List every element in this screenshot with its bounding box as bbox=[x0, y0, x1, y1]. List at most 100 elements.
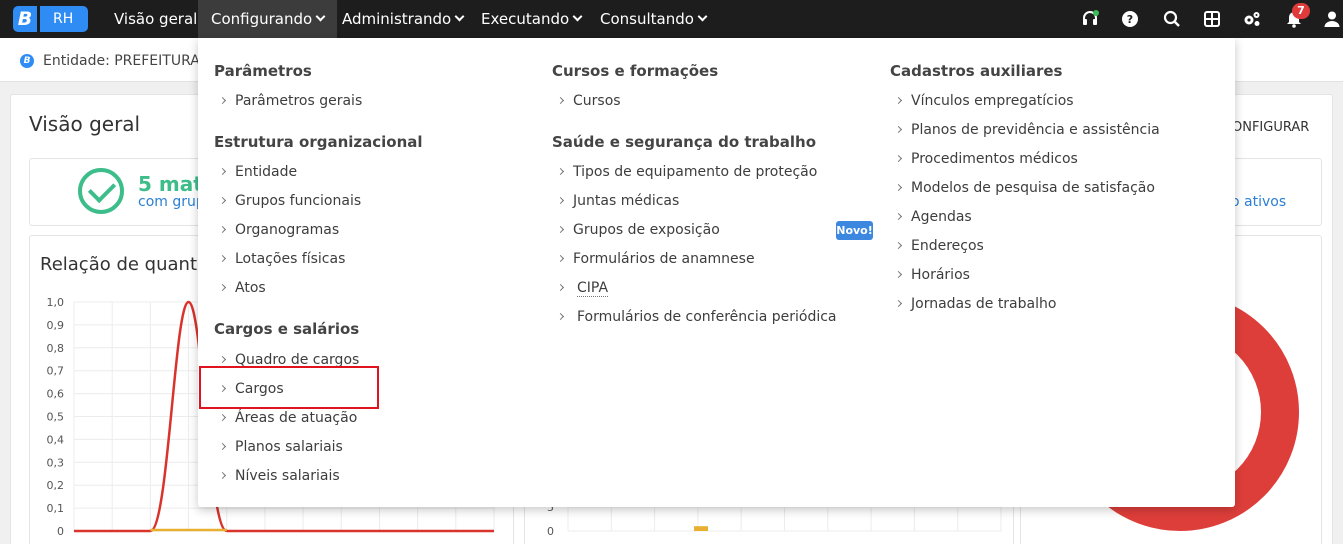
app-logo[interactable]: B RH bbox=[13, 6, 88, 32]
menu-item-planos-salariais[interactable]: Planos salariais bbox=[218, 437, 343, 457]
chevron-right-icon bbox=[218, 167, 227, 176]
user-icon[interactable] bbox=[1323, 10, 1341, 28]
menu-section-title: Cursos e formações bbox=[552, 62, 719, 80]
chevron-right-icon bbox=[894, 183, 903, 192]
menu-section-title: Cadastros auxiliares bbox=[890, 62, 1063, 80]
nav-label: Administrando bbox=[342, 10, 452, 28]
menu-item-label: Níveis salariais bbox=[235, 468, 340, 484]
menu-item-jornadas-de-trabalho[interactable]: Jornadas de trabalho bbox=[894, 294, 1057, 314]
check-circle-icon bbox=[78, 168, 124, 214]
menu-item-label: Endereços bbox=[911, 238, 984, 254]
chevron-down-icon bbox=[454, 11, 465, 22]
chevron-right-icon bbox=[218, 442, 227, 451]
menu-item-procedimentos-medicos[interactable]: Procedimentos médicos bbox=[894, 149, 1078, 169]
apps-grid-icon[interactable] bbox=[1203, 10, 1221, 28]
menu-item-parametros-gerais[interactable]: Parâmetros gerais bbox=[218, 91, 363, 111]
y-tick-label: 0,3 bbox=[47, 456, 65, 469]
chevron-right-icon bbox=[894, 154, 903, 163]
chevron-right-icon bbox=[556, 167, 565, 176]
menu-section-title: Parâmetros bbox=[214, 62, 312, 80]
menu-item-formularios-de-conferencia-periodica[interactable]: Formulários de conferência periódica bbox=[556, 307, 837, 327]
menu-item-areas-de-atuacao[interactable]: Áreas de atuação bbox=[218, 408, 357, 428]
search-icon[interactable] bbox=[1163, 10, 1181, 28]
logo-letter: B bbox=[13, 6, 37, 32]
nav-configurando[interactable]: Configurando bbox=[198, 0, 338, 38]
menu-item-enderecos[interactable]: Endereços bbox=[894, 236, 984, 256]
menu-item-label: Parâmetros gerais bbox=[235, 93, 363, 109]
menu-item-label: Modelos de pesquisa de satisfação bbox=[911, 180, 1155, 196]
stat-active-link[interactable]: o ativos bbox=[1231, 194, 1286, 210]
menu-item-juntas-medicas[interactable]: Juntas médicas bbox=[556, 191, 679, 211]
nav-label: Visão geral bbox=[114, 10, 198, 28]
app-name: RH bbox=[37, 6, 88, 32]
menu-item-label: Lotações físicas bbox=[235, 251, 346, 267]
menu-item-tipos-de-equipamento-de-protecao[interactable]: Tipos de equipamento de proteção bbox=[556, 162, 818, 182]
chevron-right-icon bbox=[894, 241, 903, 250]
menu-item-entidade[interactable]: Entidade bbox=[218, 162, 297, 182]
menu-item-horarios[interactable]: Horários bbox=[894, 265, 970, 285]
y-tick-label: 1,0 bbox=[47, 296, 65, 309]
chart-title: Relação de quantic bbox=[40, 254, 212, 275]
menu-item-vinculos-empregaticios[interactable]: Vínculos empregatícios bbox=[894, 91, 1074, 111]
menu-section-title: Cargos e salários bbox=[214, 320, 360, 338]
menu-item-label: CIPA bbox=[577, 280, 609, 297]
menu-item-grupos-funcionais[interactable]: Grupos funcionais bbox=[218, 191, 362, 211]
notification-badge: 7 bbox=[1292, 3, 1310, 19]
menu-item-label: Planos de previdência e assistência bbox=[911, 122, 1160, 138]
bar bbox=[694, 526, 708, 531]
menu-item-label: Procedimentos médicos bbox=[911, 151, 1078, 167]
y-tick-label: 0 bbox=[57, 525, 64, 538]
help-icon[interactable]: ? bbox=[1121, 10, 1139, 28]
menu-item-cipa[interactable]: CIPA bbox=[556, 278, 609, 298]
chevron-right-icon bbox=[894, 299, 903, 308]
menu-item-formularios-de-anamnese[interactable]: Formulários de anamnese bbox=[556, 249, 755, 269]
menu-item-lotacoes-fisicas[interactable]: Lotações físicas bbox=[218, 249, 346, 269]
menu-item-atos[interactable]: Atos bbox=[218, 278, 266, 298]
chevron-right-icon bbox=[894, 270, 903, 279]
settings-gears-icon[interactable] bbox=[1243, 10, 1261, 28]
chevron-right-icon bbox=[218, 254, 227, 263]
entity-label[interactable]: Entidade: PREFEITURA D bbox=[43, 53, 215, 69]
stat-link[interactable]: com grup bbox=[138, 194, 205, 210]
y-tick-label: 0 bbox=[547, 525, 554, 538]
chevron-right-icon bbox=[218, 355, 227, 364]
menu-item-label: Vínculos empregatícios bbox=[911, 93, 1074, 109]
page-title: Visão geral bbox=[29, 112, 141, 136]
menu-item-planos-de-previdencia-e-assistencia[interactable]: Planos de previdência e assistência bbox=[894, 120, 1160, 140]
nav-visao-geral[interactable]: Visão geral bbox=[114, 0, 197, 38]
chevron-right-icon bbox=[218, 196, 227, 205]
y-tick-label: 0,2 bbox=[47, 479, 65, 492]
menu-item-grupos-de-exposicao[interactable]: Grupos de exposição bbox=[556, 220, 720, 240]
y-tick-label: 0,6 bbox=[47, 388, 65, 401]
chevron-right-icon bbox=[218, 225, 227, 234]
menu-item-organogramas[interactable]: Organogramas bbox=[218, 220, 340, 240]
chevron-right-icon bbox=[218, 283, 227, 292]
menu-item-label: Formulários de conferência periódica bbox=[577, 309, 837, 325]
nav-label: Consultando bbox=[600, 10, 694, 28]
menu-item-label: Tipos de equipamento de proteção bbox=[573, 164, 818, 180]
chevron-right-icon bbox=[556, 196, 565, 205]
menu-item-label: Organogramas bbox=[235, 222, 340, 238]
chevron-right-icon bbox=[218, 471, 227, 480]
chevron-right-icon bbox=[894, 96, 903, 105]
configure-button[interactable]: ONFIGURAR bbox=[1232, 120, 1309, 135]
nav-executando[interactable]: Executando bbox=[481, 0, 583, 38]
menu-item-agendas[interactable]: Agendas bbox=[894, 207, 972, 227]
menu-item-modelos-de-pesquisa-de-satisfacao[interactable]: Modelos de pesquisa de satisfação bbox=[894, 178, 1155, 198]
y-tick-label: 0,1 bbox=[47, 502, 65, 515]
menu-item-label: Grupos funcionais bbox=[235, 193, 362, 209]
menu-item-cursos[interactable]: Cursos bbox=[556, 91, 621, 111]
chevron-right-icon bbox=[894, 212, 903, 221]
chevron-right-icon bbox=[556, 283, 565, 292]
nav-administrando[interactable]: Administrando bbox=[342, 0, 465, 38]
headset-icon[interactable] bbox=[1081, 10, 1099, 28]
menu-item-label: Horários bbox=[911, 267, 970, 283]
chevron-right-icon bbox=[556, 254, 565, 263]
nav-consultando[interactable]: Consultando bbox=[600, 0, 708, 38]
y-tick-label: 0,9 bbox=[47, 319, 65, 332]
menu-item-label: Jornadas de trabalho bbox=[911, 296, 1057, 312]
y-tick-label: 0,4 bbox=[47, 433, 65, 446]
menu-item-niveis-salariais[interactable]: Níveis salariais bbox=[218, 466, 340, 486]
menu-item-label: Planos salariais bbox=[235, 439, 343, 455]
highlight-box bbox=[199, 366, 379, 409]
